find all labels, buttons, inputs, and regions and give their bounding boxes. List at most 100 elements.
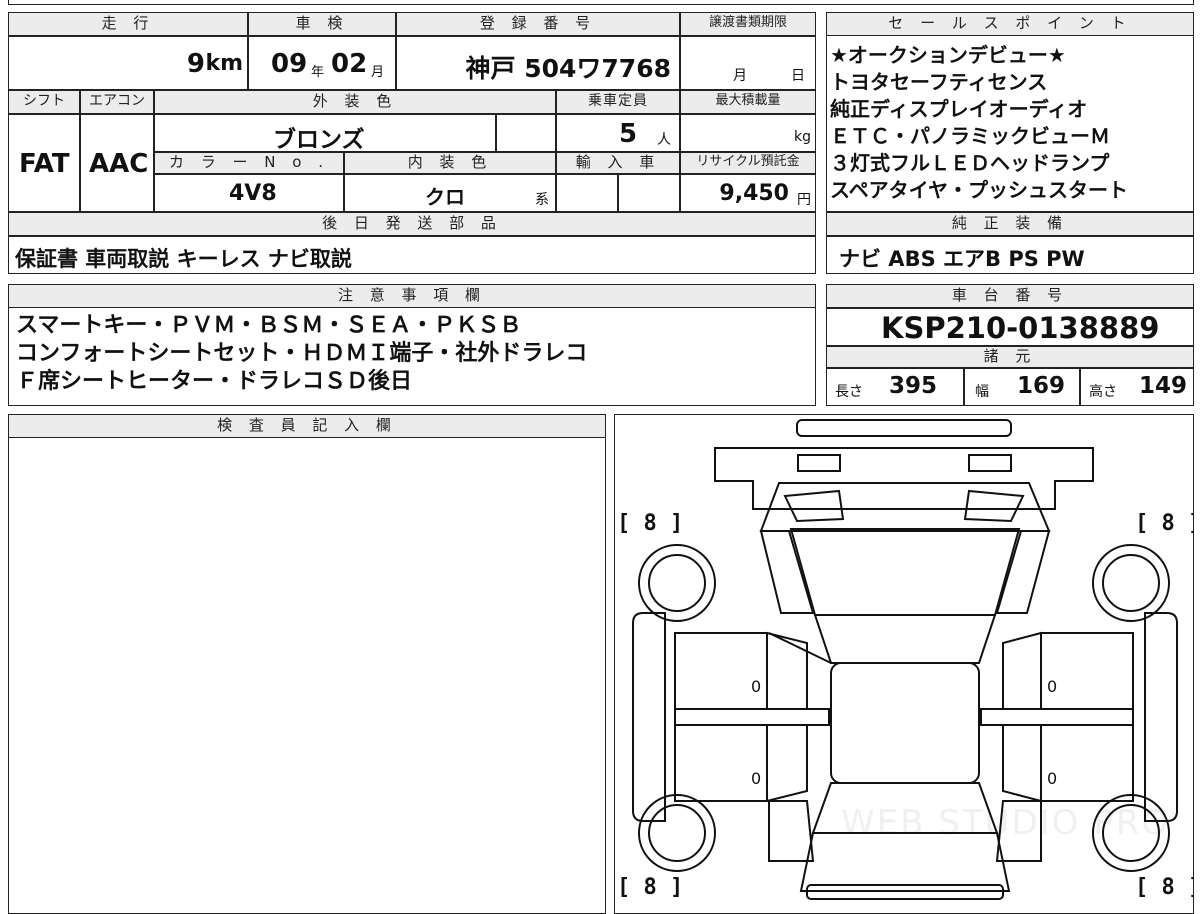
door-front-right [1040,632,1134,710]
door-rear-right [1040,724,1134,802]
capacity-header: 乗車定員 [556,90,680,114]
registration-cell: 神戸 504ワ7768 [396,36,680,90]
inspection-month: 02 [331,49,368,79]
inspection-month-unit: 月 [371,65,385,80]
color-no-header: カ ラ ー N o . [154,152,344,174]
rocker-right [1144,612,1178,822]
sales-point-line: ＥＴＣ・パノラミックビューＭ [830,124,1110,148]
aircon-value: AAC [89,149,149,179]
transfer-day-unit: 日 [791,68,805,84]
later-parts-header: 後 日 発 送 部 品 [8,212,816,236]
sales-point-line: ３灯式フルＬＥＤヘッドランプ [830,151,1110,175]
color-no-cell: 4V8 [154,174,344,212]
top-cutoff-strip [8,0,1194,5]
door-front-left-value: 0 [751,677,762,696]
transfer-deadline-header: 譲渡書類期限 [680,12,816,36]
notes-line: コンフォートシートセット・ＨＤＭＩ端子・社外ドラレコ [16,341,588,366]
sales-point-line: スペアタイヤ・プッシュスタート [830,178,1128,202]
aircon-header: エアコン [80,90,154,114]
transfer-deadline-cell: 月 日 [680,36,816,90]
door-rear-left [674,724,768,802]
interior-color-value: クロ [425,185,465,209]
exterior-color-extra-cell [496,114,556,152]
door-rear-left-glass [766,724,808,803]
chassis-number: KSP210-0138889 [881,311,1160,345]
capacity-value: 5 [619,119,638,149]
inspection-cell: 09 年 02 月 [248,36,396,90]
genuine-equipment-header: 純 正 装 備 [826,212,1194,236]
height-cell: 高さ 149 [1080,368,1194,406]
aircon-cell: AAC [80,114,154,212]
grille-left [783,489,845,523]
sill-left [674,708,830,726]
width-cell: 幅 169 [964,368,1080,406]
tire-rear-left-value: [ 8 ] [617,875,684,900]
fender-left [759,530,815,614]
length-cell: 長さ 395 [826,368,964,406]
length-value: 395 [889,373,938,399]
tire-rear-right-value: [ 8 ] [1135,875,1193,900]
shift-header: シフト [8,90,80,114]
recycle-unit: 円 [797,192,811,208]
height-value: 149 [1139,373,1188,399]
import-cell-b [618,174,680,212]
recycle-header: リサイクル預託金 [680,152,816,174]
hood [759,482,1051,532]
wheel-front-right-inner [1102,554,1160,612]
wheel-front-left-inner [648,554,706,612]
recycle-cell: 9,450 円 [680,174,816,212]
specs-header: 諸 元 [826,346,1194,368]
mileage-header: 走 行 [8,12,248,36]
wheel-front-left [638,544,716,622]
height-label: 高さ [1089,384,1117,400]
inspection-year-unit: 年 [311,65,325,80]
max-load-unit: kg [794,129,811,145]
registration-header: 登 録 番 号 [396,12,680,36]
sales-point-line: トヨタセーフティセンス [830,70,1048,94]
registration-number: 神戸 504ワ7768 [465,54,671,83]
inspector-header: 検 査 員 記 入 欄 [8,414,606,438]
rocker-left [632,612,666,822]
recycle-value: 9,450 [719,181,789,206]
interior-color-suffix: 系 [535,192,549,208]
door-rear-right-glass [1002,724,1042,803]
transfer-month-unit: 月 [733,68,747,84]
mileage-unit: km [205,51,243,76]
genuine-equipment-value: ナビ ABS エアB PS PW [839,247,1085,271]
car-damage-diagram: [ 8 ] [ 8 ] [ 8 ] [ 8 ] 0 0 0 0 WEB STUD… [614,414,1194,914]
front-bumper [796,419,1012,437]
wheel-front-right [1092,544,1170,622]
inspection-year: 09 [271,49,308,79]
roof-front [813,614,997,664]
max-load-header: 最大積載量 [680,90,816,114]
shift-value: FAT [19,149,70,179]
door-front-left [674,632,768,710]
mileage-value: 9 [186,49,205,79]
door-rear-left-value: 0 [751,769,762,788]
wheel-rear-left-inner [648,804,706,862]
width-label: 幅 [975,384,989,400]
fender-right [995,530,1051,614]
headlight-left [797,454,841,472]
chassis-number-cell: KSP210-0138889 [826,308,1194,346]
capacity-cell: 5 人 [556,114,680,152]
width-value: 169 [1017,373,1066,399]
color-no-value: 4V8 [229,181,277,206]
import-cell-a [556,174,618,212]
exterior-color-value: ブロンズ [273,127,365,153]
roof [830,662,980,784]
sales-points-list: ★オークションデビュー★ トヨタセーフティセンス 純正ディスプレイオーディオ Ｅ… [830,42,1192,210]
notes-header: 注 意 事 項 欄 [8,284,816,308]
wheel-rear-left [638,794,716,872]
chassis-header: 車 台 番 号 [826,284,1194,308]
notes-line: スマートキー・ＰＶＭ・ＢＳＭ・ＳＥＡ・ＰＫＳＢ [16,313,522,338]
interior-color-cell: クロ 系 [344,174,556,212]
shift-cell: FAT [8,114,80,212]
notes-list: スマートキー・ＰＶＭ・ＢＳＭ・ＳＥＡ・ＰＫＳＢ コンフォートシートセット・ＨＤＭ… [16,312,812,404]
max-load-cell: kg [680,114,816,152]
sales-point-line: ★オークションデビュー★ [830,43,1066,67]
door-front-left-glass [766,631,808,710]
windshield [789,528,1021,616]
sill-right [980,708,1134,726]
sales-point-line: 純正ディスプレイオーディオ [830,97,1088,121]
